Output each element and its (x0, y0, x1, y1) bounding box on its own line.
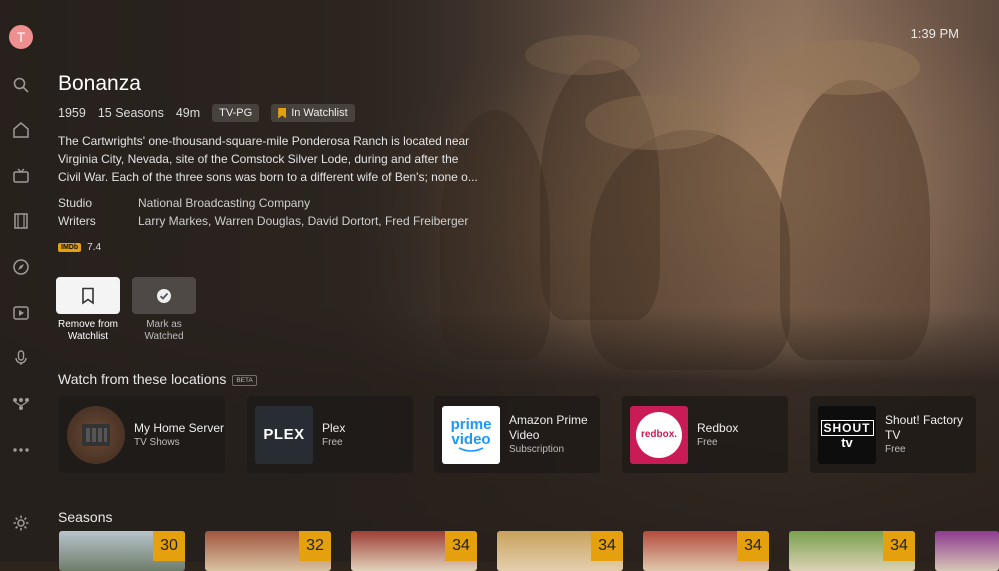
credit-row-writers: Writers Larry Markes, Warren Douglas, Da… (58, 212, 468, 230)
location-sub: Free (322, 436, 343, 448)
season-episode-count: 34 (737, 531, 769, 561)
location-name: My Home Server (134, 420, 225, 435)
season-episode-count: 32 (299, 531, 331, 561)
season-card[interactable]: 34 (351, 531, 477, 571)
locations-title: Watch from these locations (58, 371, 227, 387)
content-rating-label: TV-PG (219, 107, 253, 119)
season-episode-count: 34 (883, 531, 915, 561)
location-sub: TV Shows (134, 436, 180, 448)
shout-logo-line2: tv (841, 434, 853, 450)
bookmark-icon (278, 107, 287, 119)
watchlist-badge-label: In Watchlist (291, 107, 348, 119)
location-name: Amazon Prime Video (509, 413, 588, 442)
prime-logo-line1: prime (450, 415, 492, 433)
sidebar: T (0, 0, 42, 562)
tv-icon[interactable] (12, 167, 30, 185)
plex-logo-text: PLEX (263, 426, 305, 443)
more-icon[interactable] (12, 441, 30, 459)
studio-label: Studio (58, 196, 93, 210)
location-sub: Free (885, 444, 906, 455)
season-card[interactable]: 34 (789, 531, 915, 571)
season-card[interactable]: 30 (59, 531, 185, 571)
imdb-rating: IMDb 7.4 (58, 242, 101, 253)
season-episode-count: 34 (445, 531, 477, 561)
imdb-logo-icon: IMDb (58, 243, 82, 252)
mark-watched-button-box[interactable] (132, 277, 196, 314)
redbox-logo: redbox. (630, 405, 688, 464)
settings-icon[interactable] (12, 514, 30, 532)
season-episode-count: 30 (153, 531, 185, 561)
location-name: Plex (322, 420, 346, 435)
location-card-plex[interactable]: PLEX Plex Free (247, 396, 413, 473)
network-icon[interactable] (12, 395, 30, 413)
locations-heading: Watch from these locations BETA (58, 371, 257, 387)
microphone-icon[interactable] (12, 349, 30, 367)
imdb-score: 7.4 (87, 242, 102, 253)
mark-watched-label: Mark as Watched (144, 319, 184, 342)
check-circle-icon (157, 288, 171, 303)
compass-icon[interactable] (12, 258, 30, 276)
play-icon[interactable] (12, 304, 30, 322)
studio-value[interactable]: National Broadcasting Company (138, 194, 310, 212)
home-icon[interactable] (12, 121, 30, 139)
watchlist-badge: In Watchlist (271, 104, 355, 122)
location-card-home-server[interactable]: My Home Server TV Shows (59, 396, 225, 473)
show-year: 1959 (58, 106, 86, 120)
bookmark-icon (82, 287, 94, 305)
show-runtime: 49m (175, 106, 201, 120)
writers-label: Writers (58, 214, 96, 228)
beta-badge: BETA (232, 374, 257, 386)
shout-factory-logo: SHOUT tv (818, 405, 876, 464)
search-icon[interactable] (12, 76, 30, 94)
credits: Studio National Broadcasting Company Wri… (58, 194, 468, 230)
plex-logo: PLEX (255, 405, 313, 464)
prime-video-logo: prime video (442, 405, 500, 464)
season-episode-count: 34 (591, 531, 623, 561)
location-name: Shout! Factory TV (885, 413, 964, 442)
season-poster (935, 531, 999, 571)
redbox-logo-circle: redbox. (636, 411, 682, 458)
writers-value[interactable]: Larry Markes, Warren Douglas, David Dort… (138, 212, 468, 230)
smile-icon (458, 446, 484, 452)
avatar[interactable]: T (9, 25, 33, 49)
season-card[interactable] (935, 531, 999, 571)
seasons-heading: Seasons (58, 509, 113, 525)
location-card-redbox[interactable]: redbox. Redbox Free (622, 396, 788, 473)
location-sub: Subscription (509, 444, 565, 455)
page-title: Bonanza (58, 72, 141, 95)
show-seasons: 15 Seasons (97, 106, 164, 120)
season-card[interactable]: 34 (643, 531, 769, 571)
season-card[interactable]: 34 (497, 531, 623, 571)
server-icon (67, 405, 125, 464)
remove-watchlist-button-box[interactable] (56, 277, 120, 314)
content-rating-badge: TV-PG (212, 104, 260, 122)
credit-row-studio: Studio National Broadcasting Company (58, 194, 468, 212)
film-icon[interactable] (12, 212, 30, 230)
season-card[interactable]: 32 (205, 531, 331, 571)
clock: 1:39 PM (910, 26, 959, 41)
location-name: Redbox (697, 420, 739, 435)
mark-watched-button[interactable]: Mark as Watched (131, 277, 197, 343)
redbox-logo-text: redbox. (640, 429, 678, 440)
remove-watchlist-button[interactable]: Remove from Watchlist (55, 277, 121, 343)
prime-logo-line2: video (451, 430, 491, 448)
location-card-prime-video[interactable]: prime video Amazon Prime Video Subscript… (434, 396, 600, 473)
shout-logo-line1: SHOUT (820, 419, 874, 436)
show-summary[interactable]: The Cartwrights' one-thousand-square-mil… (58, 132, 483, 186)
show-meta: 1959 15 Seasons 49m TV-PG In Watchlist (58, 104, 355, 122)
location-card-shout-factory[interactable]: SHOUT tv Shout! Factory TV Free (810, 396, 976, 473)
remove-watchlist-label: Remove from Watchlist (57, 319, 118, 342)
location-sub: Free (697, 436, 718, 448)
